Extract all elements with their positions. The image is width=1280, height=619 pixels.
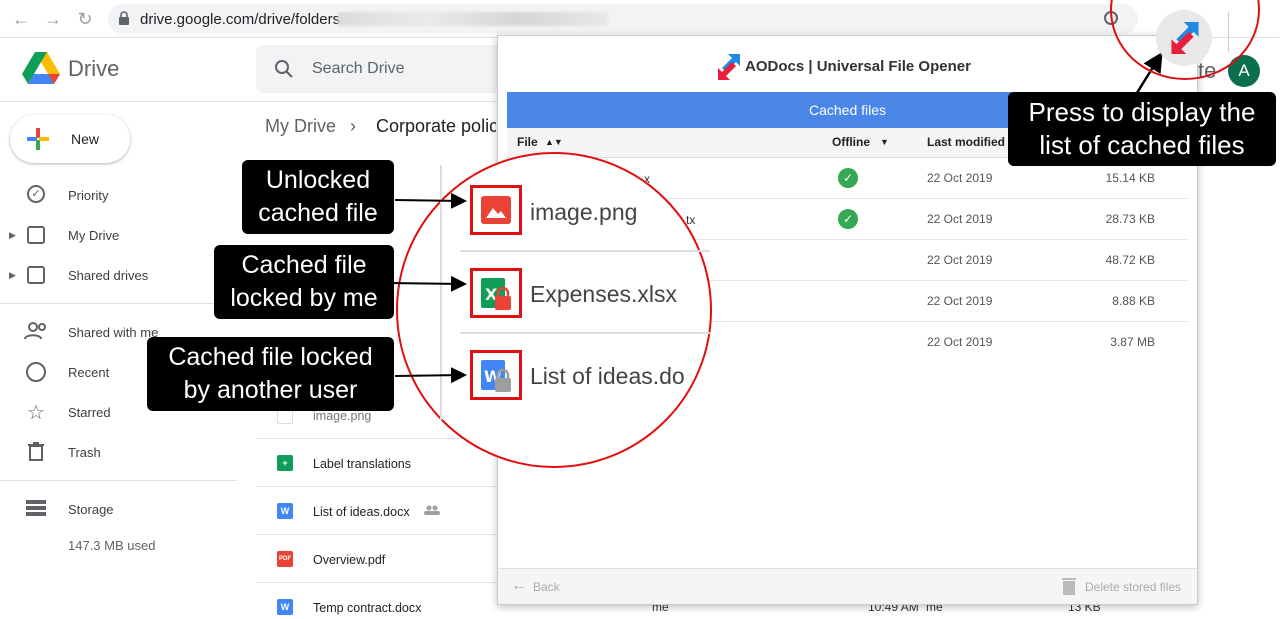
aodocs-extension-icon[interactable] — [1170, 22, 1200, 54]
callout-press-to-display: Press to display the list of cached file… — [1008, 92, 1276, 166]
